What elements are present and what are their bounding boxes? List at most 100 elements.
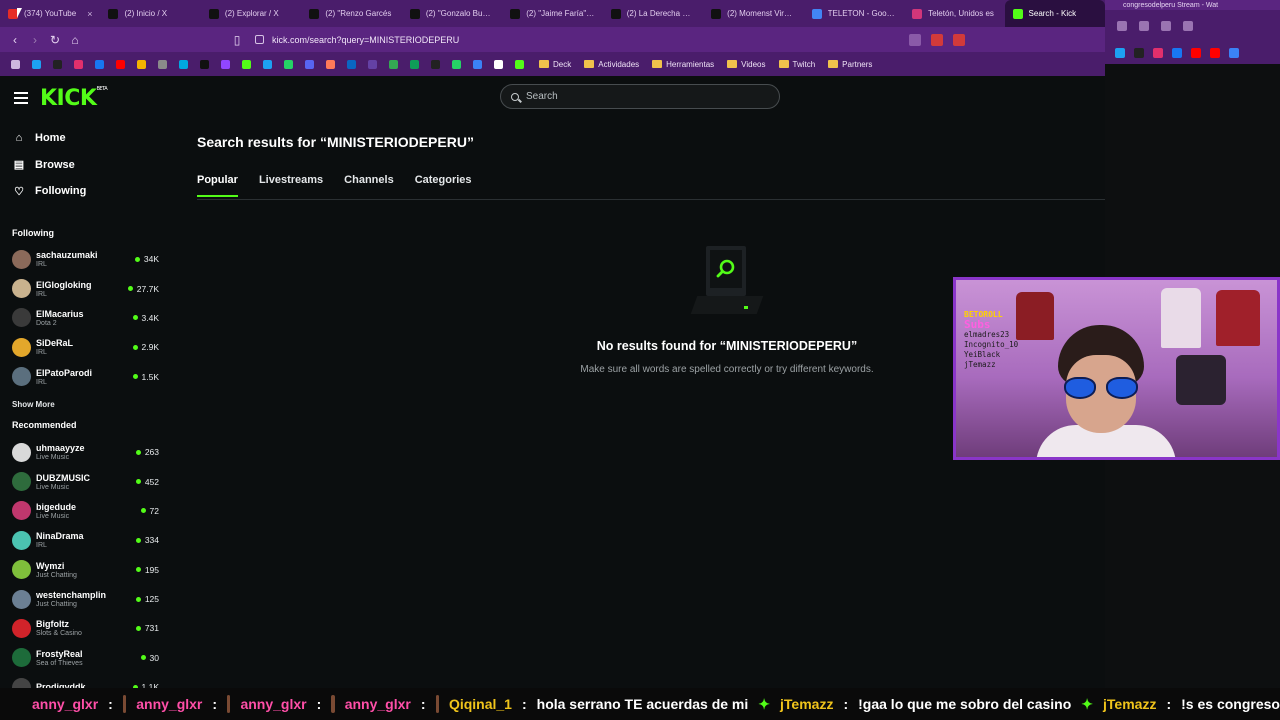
bookmark-icon[interactable] [134, 57, 148, 71]
channel-item[interactable]: ElPatoParodi IRL 1.5K [0, 362, 168, 391]
bookmark-icon[interactable] [71, 57, 85, 71]
logo-text: KICK [40, 85, 97, 111]
bookmark-icon[interactable] [344, 57, 358, 71]
bookmark-icon[interactable] [281, 57, 295, 71]
browser-tab[interactable]: (2) "Gonzalo Bueno [402, 0, 502, 27]
channel-item[interactable]: Wymzi Just Chatting 195 [0, 555, 168, 584]
browser-tab[interactable]: Teletón, Unidos es [904, 0, 1004, 27]
browser-tab[interactable]: (2) "Renzo Garcés [301, 0, 401, 27]
channel-item[interactable]: SiDeRaL IRL 2.9K [0, 333, 168, 362]
bookmark-icon[interactable] [1115, 48, 1125, 58]
bookmark-icon[interactable] [1210, 48, 1220, 58]
channel-item[interactable]: Bigfoltz Slots & Casino 731 [0, 614, 168, 643]
live-dot-icon [132, 344, 138, 350]
bookmark-icon[interactable] [29, 57, 43, 71]
home-icon[interactable] [1183, 21, 1193, 31]
channel-item[interactable]: uhmaayyze Live Music 263 [0, 437, 168, 466]
rewards-icon[interactable] [953, 33, 965, 46]
channel-item[interactable]: ElGlogloking IRL 27.7K [0, 274, 168, 303]
tab-livestreams[interactable]: Livestreams [259, 174, 323, 210]
tab-popular[interactable]: Popular [197, 174, 238, 197]
bookmark-icon[interactable] [1229, 48, 1239, 58]
browser-tab[interactable]: Search - Kick [1004, 0, 1105, 27]
bookmark-icon[interactable] [386, 57, 400, 71]
browser-tab[interactable]: (2) Momenst Viral n [703, 0, 803, 27]
bookmark-icon[interactable] [1134, 48, 1144, 58]
bookmark-icon[interactable] [365, 57, 379, 71]
bookmark-folder-label: Videos [741, 59, 766, 69]
bookmark-icon[interactable] [323, 57, 337, 71]
bookmark-icon[interactable] [1172, 48, 1182, 58]
bookmark-icon[interactable] [512, 57, 526, 71]
channel-item[interactable]: ElMacarius Dota 2 3.4K [0, 303, 168, 332]
channel-item[interactable]: FrostyReal Sea of Thieves 30 [0, 643, 168, 672]
bookmark-icon[interactable] [260, 57, 274, 71]
side-window-tab[interactable]: congresodelperu Stream - Wat [1105, 0, 1280, 10]
channel-meta: ElGlogloking IRL [36, 280, 128, 298]
bookmark-icon[interactable] [491, 57, 505, 71]
share-icon[interactable] [909, 33, 921, 46]
back-icon[interactable]: ‹ [5, 30, 25, 50]
bookmark-icon[interactable] [470, 57, 484, 71]
channel-item[interactable]: DUBZMUSIC Live Music 452 [0, 467, 168, 496]
browser-tab[interactable]: TELETON - Google [804, 0, 904, 27]
bookmark-folder[interactable]: Videos [727, 59, 766, 69]
channel-item[interactable]: bigedude Live Music 72 [0, 496, 168, 525]
bookmark-icon[interactable] [155, 57, 169, 71]
bookmark-folder[interactable]: Actividades [584, 60, 639, 69]
sidebar-item-following[interactable]: ♡ Following [0, 178, 168, 205]
browser-tab[interactable]: (2) Explorar / X [201, 0, 301, 27]
browser-tab[interactable]: (2) Inicio / X [100, 0, 200, 27]
kick-logo[interactable]: KICKBETA [40, 85, 108, 111]
menu-icon[interactable] [14, 92, 28, 104]
site-info-icon[interactable] [255, 35, 264, 44]
bookmark-icon[interactable] [197, 57, 211, 71]
browser-tab[interactable]: (2) La Derecha Diar [603, 0, 703, 27]
viewer-count: 334 [135, 535, 159, 545]
bookmark-icon[interactable] [1191, 48, 1201, 58]
browser-tab-title: (2) Momenst Viral n [727, 9, 796, 18]
bookmark-icon[interactable] [1153, 48, 1163, 58]
channel-item[interactable]: NinaDrama IRL 334 [0, 526, 168, 555]
show-more-button[interactable]: Show More [0, 393, 168, 415]
sidebar-item-home[interactable]: ⌂ Home [0, 125, 168, 152]
teleton-icon [912, 8, 923, 19]
bookmark-icon[interactable] [449, 57, 463, 71]
bookmark-icon[interactable] [218, 57, 232, 71]
bookmark-icon[interactable] [407, 57, 421, 71]
bookmark-folder[interactable]: Deck [539, 60, 571, 69]
reload-icon[interactable] [1161, 21, 1171, 31]
bookmark-icon[interactable] [428, 57, 442, 71]
address-bar[interactable]: kick.com/search?query=MINISTERIODEPERU [255, 30, 459, 50]
browser-tab[interactable]: (374) YouTube × [0, 0, 100, 27]
bookmark-folder[interactable]: Twitch [778, 60, 815, 69]
forward-icon[interactable]: › [25, 30, 45, 50]
tab-categories[interactable]: Categories [415, 174, 472, 210]
channel-meta: ElPatoParodi IRL [36, 368, 133, 386]
bookmark-folder[interactable]: Partners [828, 60, 872, 69]
back-icon[interactable] [1117, 21, 1127, 31]
search-input[interactable]: Search [500, 84, 780, 109]
bookmark-icon[interactable] [302, 57, 316, 71]
bookmark-page-icon[interactable]: ▯ [227, 30, 247, 50]
bookmark-folder[interactable]: Herramientas [652, 60, 714, 69]
home-icon[interactable]: ⌂ [65, 30, 85, 50]
tab-channels[interactable]: Channels [344, 174, 394, 210]
bookmark-icon[interactable] [113, 57, 127, 71]
browser-tab-title: Teletón, Unidos es [928, 9, 994, 18]
reload-icon[interactable]: ↻ [45, 30, 65, 50]
bookmark-icon[interactable] [239, 57, 253, 71]
folder-icon [584, 60, 595, 68]
forward-icon[interactable] [1139, 21, 1149, 31]
sidebar-item-browse[interactable]: ▤ Browse [0, 152, 168, 179]
channel-item[interactable]: westenchamplin Just Chatting 125 [0, 584, 168, 613]
bookmark-icon[interactable] [92, 57, 106, 71]
brave-shields-icon[interactable] [931, 33, 943, 46]
bookmark-icon[interactable] [176, 57, 190, 71]
url-text[interactable]: kick.com/search?query=MINISTERIODEPERU [272, 35, 459, 45]
channel-item[interactable]: sachauzumaki IRL 34K [0, 245, 168, 274]
bookmark-icon[interactable] [50, 57, 64, 71]
apps-grid-icon[interactable] [8, 57, 22, 71]
close-tab-icon[interactable]: × [87, 9, 92, 19]
browser-tab[interactable]: (2) "Jaime Faría" - B [502, 0, 602, 27]
